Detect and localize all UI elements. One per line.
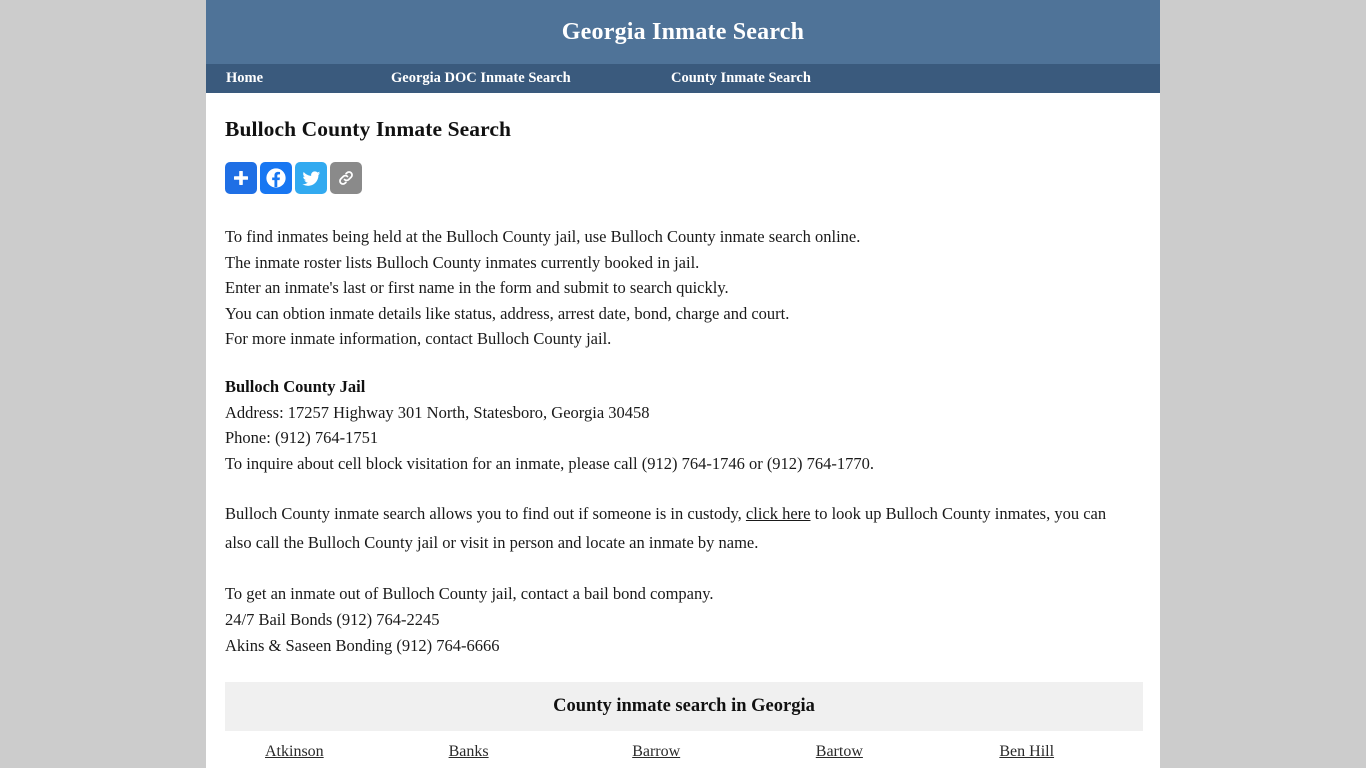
custody-text-before: Bulloch County inmate search allows you … (225, 504, 746, 524)
intro-line: The inmate roster lists Bulloch County i… (225, 252, 700, 272)
main-navigation: Home Georgia DOC Inmate Search County In… (206, 64, 1160, 93)
bail-intro: To get an inmate out of Bulloch County j… (225, 584, 714, 604)
county-link-ben-hill[interactable]: Ben Hill (999, 743, 1054, 760)
copy-link-icon[interactable] (330, 162, 362, 194)
county-cell: Banks (409, 731, 593, 766)
custody-paragraph: Bulloch County inmate search allows you … (225, 499, 1130, 557)
intro-text: To find inmates being held at the Bulloc… (225, 224, 1141, 352)
jail-phone: Phone: (912) 764-1751 (225, 428, 379, 448)
intro-line: Enter an inmate's last or first name in … (225, 278, 729, 298)
county-cell: Barrow (592, 731, 776, 766)
site-title: Georgia Inmate Search (561, 18, 805, 45)
bail-bondsman: 24/7 Bail Bonds (912) 764-2245 (225, 609, 440, 629)
intro-line: To find inmates being held at the Bulloc… (225, 227, 861, 246)
table-row: Atkinson Banks Barrow Bartow Ben Hill (225, 731, 1143, 766)
county-table-header-row: County inmate search in Georgia (225, 682, 1143, 732)
nav-georgia-doc-inmate-search[interactable]: Georgia DOC Inmate Search (391, 64, 671, 93)
county-link-atkinson[interactable]: Atkinson (265, 743, 324, 760)
county-table-header: County inmate search in Georgia (225, 682, 1143, 732)
addtoany-share-icon[interactable] (225, 162, 257, 194)
click-here-link[interactable]: click here (746, 504, 811, 523)
page-container: Georgia Inmate Search Home Georgia DOC I… (206, 0, 1160, 768)
jail-visitation: To inquire about cell block visitation f… (225, 453, 875, 473)
county-link-banks[interactable]: Banks (449, 743, 489, 760)
jail-address: Address: 17257 Highway 301 North, States… (225, 402, 650, 422)
intro-line: You can obtion inmate details like statu… (225, 303, 790, 323)
jail-name: Bulloch County Jail (225, 376, 366, 396)
county-cell: Ben Hill (959, 731, 1143, 766)
facebook-share-icon[interactable] (260, 162, 292, 194)
county-cell: Bartow (776, 731, 960, 766)
page-title: Bulloch County Inmate Search (225, 117, 512, 141)
site-header: Georgia Inmate Search (206, 0, 1160, 64)
bail-bond-info: To get an inmate out of Bulloch County j… (225, 581, 1141, 658)
share-buttons (225, 162, 1141, 194)
county-link-bartow[interactable]: Bartow (816, 743, 863, 760)
county-cell: Atkinson (225, 731, 409, 766)
nav-home[interactable]: Home (226, 64, 391, 93)
jail-info: Bulloch County Jail Address: 17257 Highw… (225, 374, 1141, 476)
twitter-share-icon[interactable] (295, 162, 327, 194)
main-content: Bulloch County Inmate Search To find inm… (206, 117, 1160, 768)
county-link-barrow[interactable]: Barrow (632, 743, 680, 760)
nav-county-inmate-search[interactable]: County Inmate Search (671, 64, 811, 93)
intro-line: For more inmate information, contact Bul… (225, 329, 612, 349)
county-search-table: County inmate search in Georgia Atkinson… (225, 682, 1143, 768)
bail-bondsman: Akins & Saseen Bonding (912) 764-6666 (225, 635, 500, 655)
